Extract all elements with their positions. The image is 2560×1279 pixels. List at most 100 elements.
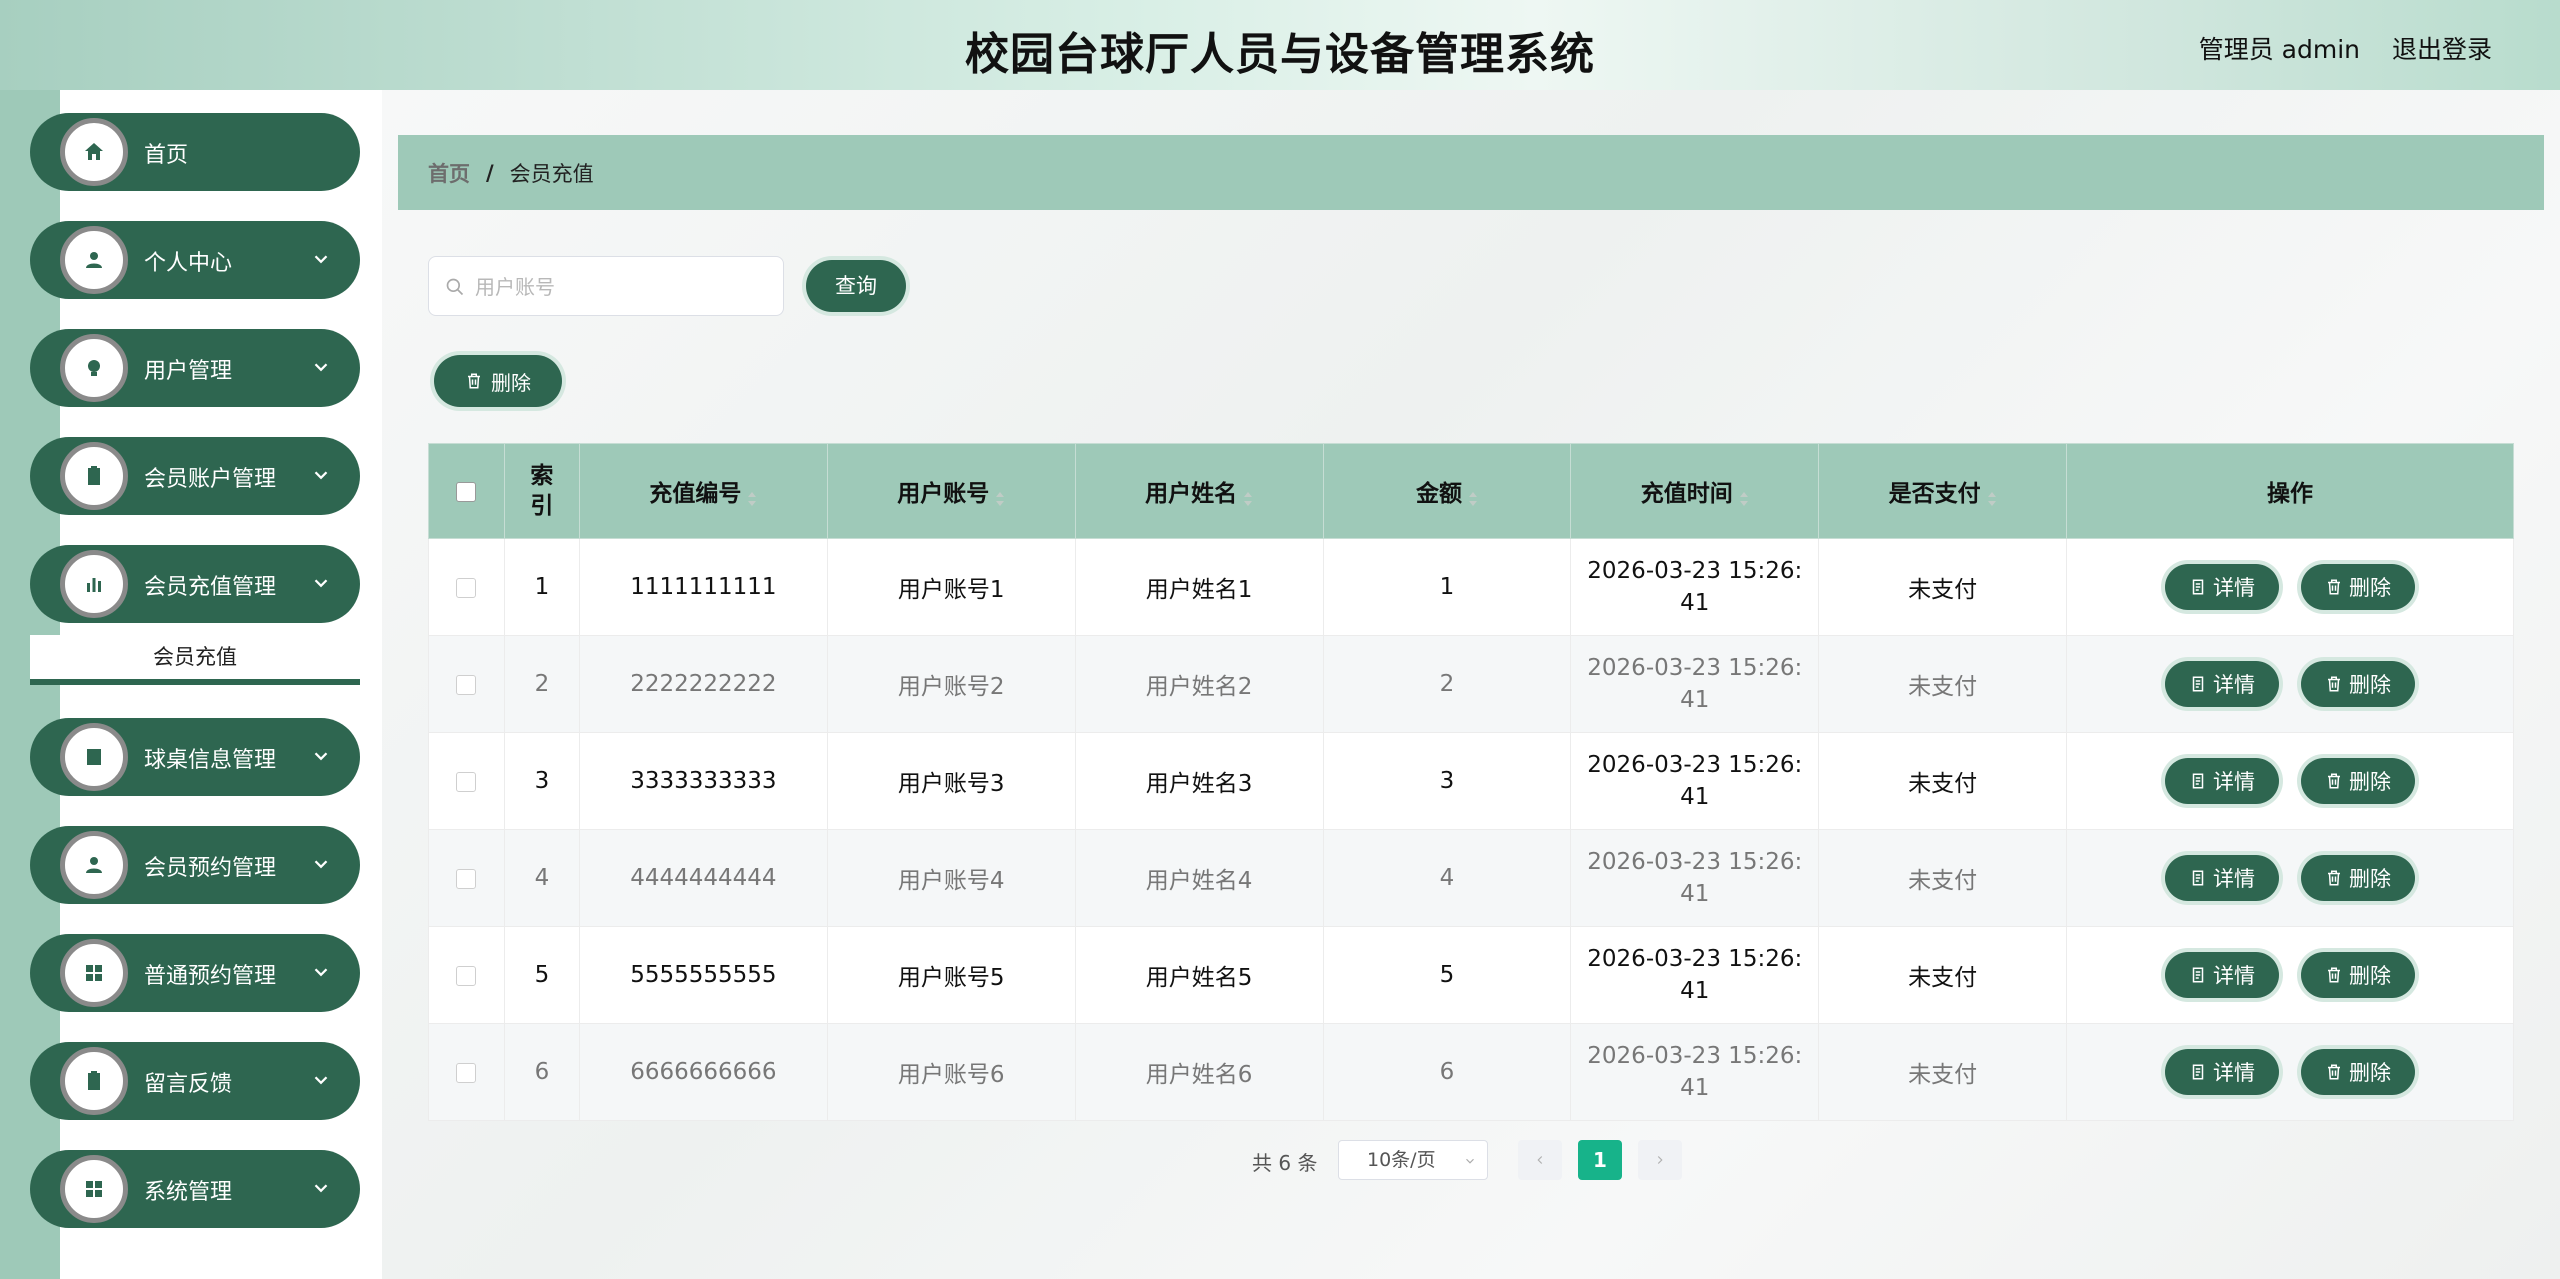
sidebar-item-label: 会员充值管理 <box>144 575 277 600</box>
row-select-cell <box>428 732 505 830</box>
cell-name: 用户姓名6 <box>1074 1023 1324 1121</box>
delete-button[interactable]: 删除 <box>2301 952 2416 998</box>
trash-icon <box>2328 870 2341 886</box>
sidebar-item-member-recharge[interactable]: 会员充值管理 <box>30 545 360 623</box>
cell-name: 用户姓名1 <box>1074 538 1324 636</box>
logout-link[interactable]: 退出登录 <box>2392 30 2492 66</box>
page-number-current[interactable]: 1 <box>1578 1140 1622 1180</box>
detail-button-label: 详情 <box>2213 673 2256 697</box>
cell-time: 2026-03-23 15:26: 41 <box>1570 829 1820 927</box>
cell-actions: 详情 删除 <box>2066 635 2514 733</box>
row-checkbox[interactable] <box>456 1062 477 1083</box>
next-page-button[interactable] <box>1638 1140 1682 1180</box>
table-row: 4 4444444444 用户账号4 用户姓名4 4 2026-03-23 15… <box>428 829 2514 927</box>
sidebar-item-table-info[interactable]: 球桌信息管理 <box>30 718 360 796</box>
pagination: 共 6 条 10条/页 1 <box>382 1140 2560 1180</box>
detail-button[interactable]: 详情 <box>2165 661 2280 707</box>
chevron-down-icon <box>310 745 332 767</box>
submenu-item-member-recharge[interactable]: 会员充值 <box>30 635 360 685</box>
sidebar-item-member-account[interactable]: 会员账户管理 <box>30 437 360 515</box>
detail-button-label: 详情 <box>2213 964 2256 988</box>
cell-index: 2 <box>503 635 580 733</box>
sidebar-item-label: 用户管理 <box>144 359 233 384</box>
cell-amount: 3 <box>1322 732 1572 830</box>
delete-button[interactable]: 删除 <box>2301 661 2416 707</box>
sidebar-item-personal-center[interactable]: 个人中心 <box>30 221 360 299</box>
document-icon <box>2192 579 2204 595</box>
header-amount-label: 金额 <box>1415 481 1462 507</box>
cell-time: 2026-03-23 15:26: 41 <box>1570 926 1820 1024</box>
sidebar-item-user-management[interactable]: 用户管理 <box>30 329 360 407</box>
header-paid[interactable]: 是否支付 <box>1818 443 2068 539</box>
cell-account: 用户账号5 <box>826 926 1076 1024</box>
cell-amount: 5 <box>1322 926 1572 1024</box>
row-select-cell <box>428 635 505 733</box>
sort-icon[interactable] <box>995 487 1005 506</box>
delete-button[interactable]: 删除 <box>2301 1049 2416 1095</box>
batch-delete-button[interactable]: 删除 <box>434 355 562 407</box>
sidebar-item-home[interactable]: 首页 <box>30 113 360 191</box>
detail-button-label: 详情 <box>2213 770 2256 794</box>
header-name[interactable]: 用户姓名 <box>1074 443 1324 539</box>
cell-account: 用户账号4 <box>826 829 1076 927</box>
chevron-down-icon <box>310 464 332 486</box>
sort-icon[interactable] <box>1739 487 1749 506</box>
detail-button[interactable]: 详情 <box>2165 952 2280 998</box>
select-all-checkbox[interactable] <box>456 481 477 502</box>
header-time[interactable]: 充值时间 <box>1570 443 1820 539</box>
bar-chart-icon <box>60 550 128 618</box>
detail-button-label: 详情 <box>2213 1061 2256 1085</box>
sort-icon[interactable] <box>1468 487 1478 506</box>
page-size-select[interactable]: 10条/页 <box>1338 1140 1488 1180</box>
page-size-value: 10条/页 <box>1367 1149 1436 1171</box>
sort-icon[interactable] <box>1243 487 1253 506</box>
delete-button-label: 删除 <box>2349 673 2392 697</box>
detail-button[interactable]: 详情 <box>2165 855 2280 901</box>
detail-button[interactable]: 详情 <box>2165 758 2280 804</box>
cell-time-seconds: 41 <box>1680 784 1710 810</box>
cell-code: 2222222222 <box>578 635 828 733</box>
cell-time: 2026-03-23 15:26: 41 <box>1570 635 1820 733</box>
row-select-cell <box>428 829 505 927</box>
sidebar-item-feedback[interactable]: 留言反馈 <box>30 1042 360 1120</box>
detail-button-label: 详情 <box>2213 576 2256 600</box>
search-input[interactable] <box>473 257 777 317</box>
sidebar-item-system[interactable]: 系统管理 <box>30 1150 360 1228</box>
chevron-down-icon <box>310 572 332 594</box>
delete-button[interactable]: 删除 <box>2301 855 2416 901</box>
cell-code: 1111111111 <box>578 538 828 636</box>
app-title: 校园台球厅人员与设备管理系统 <box>965 29 1595 80</box>
delete-button[interactable]: 删除 <box>2301 564 2416 610</box>
document-icon <box>2192 676 2204 692</box>
cell-time-seconds: 41 <box>1680 1075 1710 1101</box>
trash-icon <box>2328 676 2341 692</box>
detail-button[interactable]: 详情 <box>2165 564 2280 610</box>
header-account[interactable]: 用户账号 <box>826 443 1076 539</box>
recharge-table: 索 引 充值编号 用户账号 用户姓名 金额 充值时间 是否支付 操作 1 111… <box>428 443 2514 1121</box>
chevron-down-icon <box>310 1177 332 1199</box>
trash-icon <box>2328 967 2341 983</box>
header-code[interactable]: 充值编号 <box>578 443 828 539</box>
row-checkbox[interactable] <box>456 771 477 792</box>
header-amount[interactable]: 金额 <box>1322 443 1572 539</box>
cell-index: 4 <box>503 829 580 927</box>
chevron-down-icon <box>310 356 332 378</box>
sidebar-item-normal-booking[interactable]: 普通预约管理 <box>30 934 360 1012</box>
prev-page-button[interactable] <box>1518 1140 1562 1180</box>
cell-time: 2026-03-23 15:26: 41 <box>1570 538 1820 636</box>
delete-button[interactable]: 删除 <box>2301 758 2416 804</box>
sort-icon[interactable] <box>747 487 757 506</box>
sort-icon[interactable] <box>1987 487 1997 506</box>
row-checkbox[interactable] <box>456 965 477 986</box>
query-button[interactable]: 查询 <box>806 260 906 312</box>
header-actions: 操作 <box>2066 443 2514 539</box>
detail-button-label: 详情 <box>2213 867 2256 891</box>
breadcrumb-home[interactable]: 首页 <box>428 158 470 188</box>
row-checkbox[interactable] <box>456 674 477 695</box>
sidebar-item-member-booking[interactable]: 会员预约管理 <box>30 826 360 904</box>
batch-delete-label: 删除 <box>491 370 531 395</box>
detail-button[interactable]: 详情 <box>2165 1049 2280 1095</box>
row-checkbox[interactable] <box>456 577 477 598</box>
cell-index: 6 <box>503 1023 580 1121</box>
row-checkbox[interactable] <box>456 868 477 889</box>
